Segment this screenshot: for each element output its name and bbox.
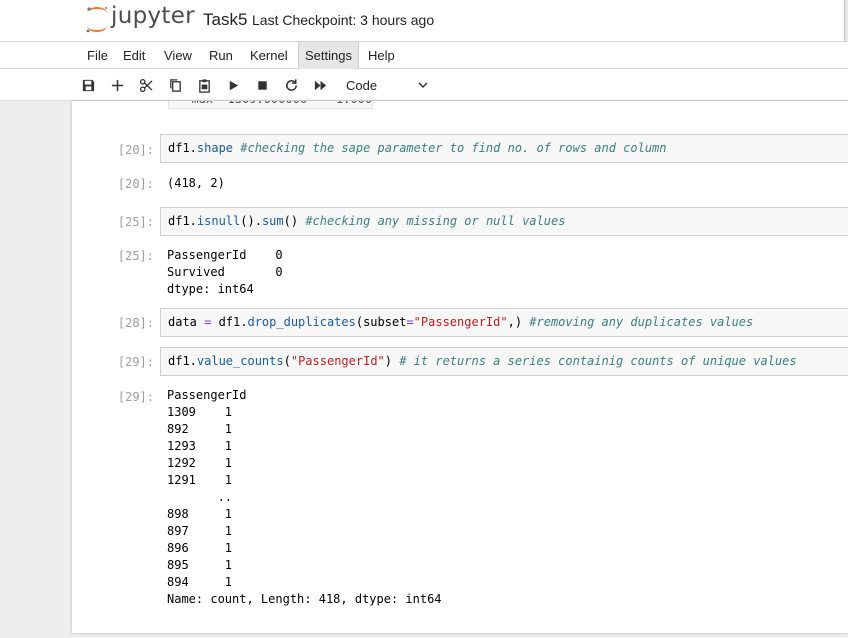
add-icon[interactable] — [106, 74, 128, 96]
code-cell[interactable]: df1.value_counts("PassengerId") # it ret… — [160, 347, 848, 376]
menu-file[interactable]: File — [81, 42, 114, 69]
logo-text: jupyter — [111, 3, 195, 29]
output-line: 897 1 — [167, 524, 233, 538]
menu-bar: File Edit View Run Kernel Settings Help — [0, 41, 848, 69]
output-line: 892 1 — [167, 422, 233, 436]
notebook-panel: max 1309.000000 1.000000 [20]: df1.shape… — [72, 101, 848, 633]
output-line: 1293 1 — [167, 439, 233, 453]
output-line: 1309 1 — [167, 405, 233, 419]
menu-view[interactable]: View — [158, 42, 198, 69]
cell-output: PassengerId 0 Survived 0 dtype: int64 — [167, 247, 283, 298]
save-icon[interactable] — [77, 74, 99, 96]
output-line: 894 1 — [167, 575, 233, 589]
output-line: 895 1 — [167, 558, 233, 572]
output-line: .. — [167, 490, 233, 504]
output-line: Survived 0 — [167, 265, 283, 279]
header: jupyter Task5 Last Checkpoint: 3 hours a… — [0, 0, 848, 96]
output-line: 1292 1 — [167, 456, 233, 470]
previous-output-fragment: max 1309.000000 1.000000 — [168, 101, 373, 109]
code-line: data = df1.drop_duplicates(subset="Passe… — [168, 315, 754, 329]
output-line: 1291 1 — [167, 473, 233, 487]
checkpoint-status: Last Checkpoint: 3 hours ago — [252, 12, 435, 28]
code-cell[interactable]: df1.shape #checking the sape parameter t… — [160, 134, 848, 163]
input-prompt: [20]: — [117, 143, 154, 157]
output-line: (418, 2) — [167, 176, 225, 190]
fast-forward-icon[interactable] — [309, 74, 331, 96]
paste-icon[interactable] — [193, 74, 215, 96]
menu-settings[interactable]: Settings — [298, 42, 359, 69]
input-prompt: [29]: — [117, 355, 154, 369]
output-prompt: [20]: — [117, 177, 154, 191]
menu-edit[interactable]: Edit — [117, 42, 151, 69]
output-line: 898 1 — [167, 507, 233, 521]
notebook-title[interactable]: Task5 — [203, 10, 247, 30]
code-line: df1.isnull().sum() #checking any missing… — [168, 214, 566, 228]
copy-icon[interactable] — [164, 74, 186, 96]
code-line: df1.value_counts("PassengerId") # it ret… — [168, 354, 797, 368]
output-line: dtype: int64 — [167, 282, 254, 296]
run-icon[interactable] — [222, 74, 244, 96]
input-prompt: [25]: — [117, 215, 154, 229]
toolbar: Code — [0, 69, 848, 101]
cut-icon[interactable] — [135, 74, 157, 96]
restart-icon[interactable] — [280, 74, 302, 96]
output-prompt: [29]: — [117, 390, 154, 404]
chevron-down-icon[interactable] — [417, 80, 429, 90]
output-line: Name: count, Length: 418, dtype: int64 — [167, 592, 442, 606]
code-line: df1.shape #checking the sape parameter t… — [168, 141, 667, 155]
output-line: PassengerId — [167, 388, 247, 402]
menu-run[interactable]: Run — [203, 42, 239, 69]
menu-kernel[interactable]: Kernel — [244, 42, 294, 69]
output-prompt: [25]: — [117, 249, 154, 263]
input-prompt: [28]: — [117, 316, 154, 330]
cell-output: PassengerId 1309 1 892 1 1293 1 1292 1 1… — [167, 387, 442, 608]
code-cell[interactable]: data = df1.drop_duplicates(subset="Passe… — [160, 308, 848, 337]
stop-icon[interactable] — [251, 74, 273, 96]
output-line: 896 1 — [167, 541, 233, 555]
output-line: PassengerId 0 — [167, 248, 283, 262]
code-cell[interactable]: df1.isnull().sum() #checking any missing… — [160, 207, 848, 236]
menu-help[interactable]: Help — [362, 42, 401, 69]
cell-output: (418, 2) — [167, 175, 225, 192]
